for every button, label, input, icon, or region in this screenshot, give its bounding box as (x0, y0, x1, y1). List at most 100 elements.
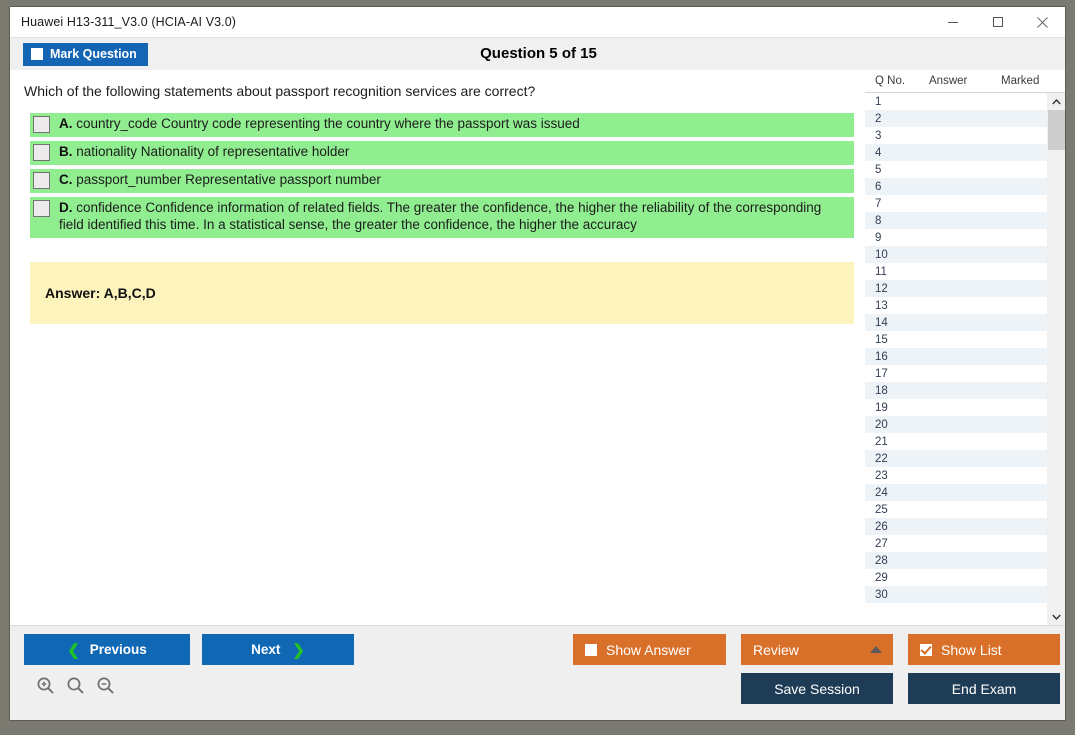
question-list-scrollbar[interactable] (1047, 93, 1065, 625)
table-row[interactable]: 27 (865, 535, 1047, 552)
table-row[interactable]: 10 (865, 246, 1047, 263)
scroll-down-icon[interactable] (1048, 608, 1065, 625)
table-row[interactable]: 7 (865, 195, 1047, 212)
options-list: A. country_code Country code representin… (10, 113, 864, 238)
previous-label: Previous (90, 642, 147, 657)
row-question-number: 11 (865, 266, 919, 278)
option-row[interactable]: B. nationality Nationality of representa… (10, 141, 864, 165)
row-question-number: 29 (865, 572, 919, 584)
table-row[interactable]: 30 (865, 586, 1047, 603)
body: Which of the following statements about … (10, 70, 1065, 625)
option-text: C. passport_number Representative passpo… (59, 169, 411, 193)
table-row[interactable]: 17 (865, 365, 1047, 382)
table-row[interactable]: 1 (865, 93, 1047, 110)
scroll-up-icon[interactable] (1048, 93, 1065, 110)
table-row[interactable]: 20 (865, 416, 1047, 433)
table-row[interactable]: 28 (865, 552, 1047, 569)
end-exam-button[interactable]: End Exam (908, 673, 1060, 704)
row-question-number: 15 (865, 334, 919, 346)
option-row[interactable]: D. confidence Confidence information of … (10, 197, 864, 239)
table-row[interactable]: 21 (865, 433, 1047, 450)
show-answer-button[interactable]: Show Answer (573, 634, 726, 665)
row-question-number: 28 (865, 555, 919, 567)
chevron-right-icon: ❯ (292, 641, 305, 659)
table-row[interactable]: 8 (865, 212, 1047, 229)
window-title: Huawei H13-311_V3.0 (HCIA-AI V3.0) (10, 15, 236, 29)
table-row[interactable]: 12 (865, 280, 1047, 297)
row-question-number: 18 (865, 385, 919, 397)
option-row[interactable]: A. country_code Country code representin… (10, 113, 864, 137)
table-row[interactable]: 4 (865, 144, 1047, 161)
table-row[interactable]: 23 (865, 467, 1047, 484)
zoom-in-icon[interactable] (36, 676, 55, 695)
maximize-icon[interactable] (975, 7, 1020, 37)
table-row[interactable]: 15 (865, 331, 1047, 348)
row-question-number: 12 (865, 283, 919, 295)
table-row[interactable]: 5 (865, 161, 1047, 178)
row-question-number: 24 (865, 487, 919, 499)
zoom-reset-icon[interactable] (66, 676, 85, 695)
column-header-answer: Answer (929, 75, 1001, 87)
table-row[interactable]: 24 (865, 484, 1047, 501)
minimize-icon[interactable] (930, 7, 975, 37)
row-question-number: 8 (865, 215, 919, 227)
table-row[interactable]: 22 (865, 450, 1047, 467)
close-icon[interactable] (1020, 7, 1065, 37)
option-row[interactable]: C. passport_number Representative passpo… (10, 169, 864, 193)
row-question-number: 7 (865, 198, 919, 210)
save-session-button[interactable]: Save Session (741, 673, 893, 704)
review-label: Review (753, 642, 799, 658)
screen: Huawei H13-311_V3.0 (HCIA-AI V3.0) Mark … (0, 0, 1075, 735)
row-question-number: 21 (865, 436, 919, 448)
option-checkbox[interactable] (33, 172, 50, 189)
row-question-number: 16 (865, 351, 919, 363)
option-body: nationality Nationality of representativ… (76, 144, 349, 159)
question-text: Which of the following statements about … (10, 70, 864, 100)
review-dropdown[interactable]: Review (741, 634, 893, 665)
scrollbar-thumb[interactable] (1048, 110, 1065, 150)
row-question-number: 26 (865, 521, 919, 533)
question-counter: Question 5 of 15 (480, 45, 597, 62)
option-checkbox[interactable] (33, 200, 50, 217)
table-row[interactable]: 19 (865, 399, 1047, 416)
table-row[interactable]: 3 (865, 127, 1047, 144)
option-body: country_code Country code representing t… (76, 116, 580, 131)
table-row[interactable]: 14 (865, 314, 1047, 331)
table-row[interactable]: 25 (865, 501, 1047, 518)
question-list-body: 1234567891011121314151617181920212223242… (865, 93, 1065, 625)
zoom-controls (36, 676, 115, 695)
option-text: D. confidence Confidence information of … (59, 197, 864, 239)
option-body: confidence Confidence information of rel… (59, 200, 821, 233)
save-session-label: Save Session (774, 681, 860, 697)
show-answer-checkbox[interactable] (585, 644, 597, 656)
row-question-number: 2 (865, 113, 919, 125)
next-button[interactable]: Next ❯ (202, 634, 354, 665)
option-checkbox[interactable] (33, 116, 50, 133)
table-row[interactable]: 13 (865, 297, 1047, 314)
option-checkbox[interactable] (33, 144, 50, 161)
chevron-up-icon (870, 646, 882, 653)
table-row[interactable]: 9 (865, 229, 1047, 246)
question-list-panel: Q No. Answer Marked 12345678910111213141… (864, 70, 1065, 625)
option-body: passport_number Representative passport … (76, 172, 381, 187)
next-label: Next (251, 642, 280, 657)
header-bar: Mark Question Question 5 of 15 (10, 37, 1065, 70)
table-row[interactable]: 16 (865, 348, 1047, 365)
show-list-checkbox[interactable] (920, 644, 932, 656)
show-list-label: Show List (941, 642, 1002, 658)
question-content: Which of the following statements about … (10, 70, 864, 625)
option-text: A. country_code Country code representin… (59, 113, 610, 137)
show-list-button[interactable]: Show List (908, 634, 1060, 665)
row-question-number: 17 (865, 368, 919, 380)
zoom-out-icon[interactable] (96, 676, 115, 695)
table-row[interactable]: 2 (865, 110, 1047, 127)
question-list-rows: 1234567891011121314151617181920212223242… (865, 93, 1047, 625)
row-question-number: 5 (865, 164, 919, 176)
previous-button[interactable]: ❮ Previous (24, 634, 190, 665)
table-row[interactable]: 11 (865, 263, 1047, 280)
table-row[interactable]: 18 (865, 382, 1047, 399)
row-question-number: 9 (865, 232, 919, 244)
table-row[interactable]: 26 (865, 518, 1047, 535)
table-row[interactable]: 29 (865, 569, 1047, 586)
table-row[interactable]: 6 (865, 178, 1047, 195)
